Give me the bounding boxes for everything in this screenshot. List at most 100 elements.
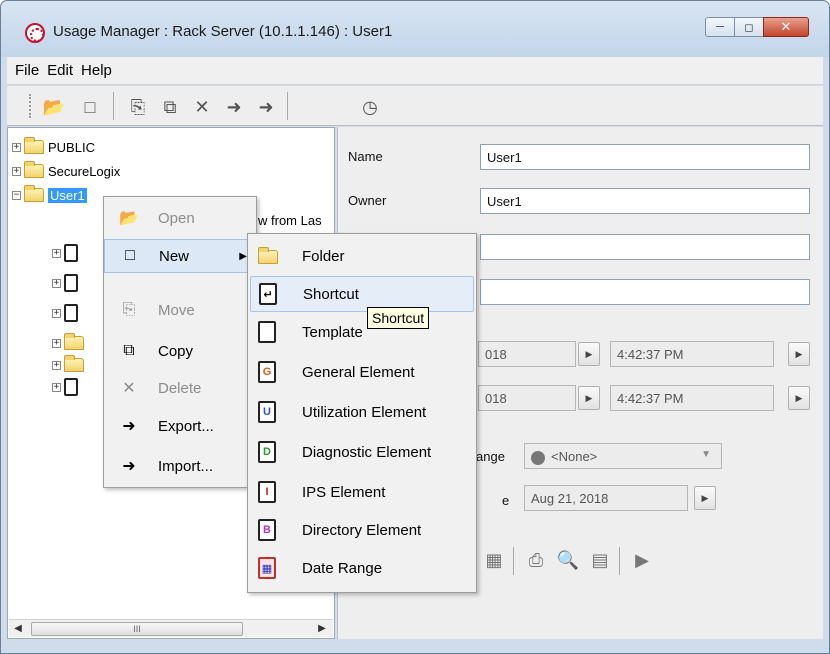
tree-item-child[interactable]: + — [52, 244, 82, 262]
maximize-button[interactable]: ◻ — [734, 17, 764, 37]
folder-icon — [64, 355, 84, 372]
name-label: Name — [348, 149, 383, 164]
new-diagnostic-element-item[interactable]: D Diagnostic Element — [250, 434, 474, 470]
submenu-arrow-icon: ▶ — [239, 250, 247, 262]
shortcut-tooltip: Shortcut — [367, 307, 430, 329]
extra-field[interactable] — [480, 279, 810, 305]
tree-item-securelogix[interactable]: + SecureLogix — [12, 161, 121, 180]
open-folder-icon: 📂 — [119, 210, 139, 227]
report-icon[interactable]: ▤ — [589, 549, 611, 571]
folder-icon — [24, 137, 44, 154]
menu-file[interactable]: File — [11, 62, 43, 79]
new-template-item[interactable]: Template — [250, 314, 474, 350]
new-shortcut-item[interactable]: ↵ Shortcut — [250, 276, 474, 312]
context-copy-item[interactable]: ⧉ Copy — [104, 334, 256, 368]
expiration-date-picker-button[interactable]: ▶ — [694, 486, 716, 510]
scroll-right-icon[interactable]: ▶ — [315, 622, 329, 636]
export-icon: ➜ — [122, 418, 136, 435]
import-icon: ➜ — [122, 458, 136, 475]
import-icon[interactable]: ➜ — [253, 94, 279, 120]
expand-icon[interactable]: + — [12, 142, 21, 152]
tree-item-child[interactable]: + — [52, 333, 88, 352]
open-folder-icon[interactable]: 📂 — [41, 94, 67, 120]
schedule-icon[interactable]: ◷ — [357, 94, 383, 120]
tree-item-child[interactable]: + — [52, 304, 82, 322]
print-preview-icon[interactable]: 🔍 — [557, 549, 579, 571]
horizontal-scrollbar[interactable]: ◀ III ▶ — [9, 619, 333, 637]
tree-item-user1[interactable]: − User1 — [12, 185, 87, 204]
tree-item-partial[interactable]: w from Las — [258, 211, 322, 229]
context-move-item[interactable]: ⎘ Move — [104, 293, 256, 327]
expand-icon[interactable]: + — [52, 248, 61, 258]
expand-icon[interactable]: + — [52, 338, 61, 348]
expand-icon[interactable]: + — [12, 166, 21, 176]
end-time-picker-button[interactable]: ▶ — [788, 386, 810, 410]
start-date-field[interactable]: 018 — [478, 341, 576, 367]
toolbar-divider — [513, 547, 514, 575]
context-new-item[interactable]: □ New ▶ — [104, 239, 256, 273]
end-time-field[interactable]: 4:42:37 PM — [610, 385, 774, 411]
tree-item-label: PUBLIC — [48, 139, 95, 155]
expiration-label: e — [502, 493, 510, 508]
name-field[interactable]: User1 — [480, 144, 810, 170]
minimize-button[interactable]: ─ — [705, 17, 735, 37]
move-icon[interactable]: ⎘ — [125, 94, 151, 120]
expand-icon[interactable]: + — [52, 308, 61, 318]
end-date-field[interactable]: 018 — [478, 385, 576, 411]
delete-icon: ✕ — [122, 380, 136, 397]
toolbar-divider — [113, 92, 114, 120]
context-export-item[interactable]: ➜ Export... — [104, 409, 256, 443]
new-utilization-element-item[interactable]: U Utilization Element — [250, 394, 474, 430]
scrollbar-thumb[interactable]: III — [31, 622, 243, 636]
start-time-field[interactable]: 4:42:37 PM — [610, 341, 774, 367]
tree-item-child[interactable]: + — [52, 378, 82, 396]
tree-item-public[interactable]: + PUBLIC — [12, 137, 95, 156]
context-import-item[interactable]: ➜ Import... — [104, 449, 256, 483]
date-range-select[interactable]: <None> ▼ — [524, 443, 722, 469]
new-date-range-item[interactable]: ▦ Date Range — [250, 550, 474, 586]
new-ips-element-item[interactable]: I IPS Element — [250, 474, 474, 510]
folder-icon — [24, 185, 44, 202]
tree-item-child[interactable]: + — [52, 355, 88, 374]
new-directory-element-item[interactable]: B Directory Element — [250, 512, 474, 548]
context-open-item[interactable]: 📂 Open — [104, 201, 256, 235]
menu-edit[interactable]: Edit — [43, 62, 77, 79]
owner-field[interactable]: User1 — [480, 188, 810, 214]
date-range-label: ange — [476, 449, 505, 464]
copy-icon[interactable]: ⧉ — [157, 94, 183, 120]
new-folder-item[interactable]: Folder — [250, 238, 474, 274]
close-button[interactable]: ✕ — [763, 17, 809, 37]
new-page-icon[interactable]: □ — [77, 94, 103, 120]
export-icon[interactable]: ➜ — [221, 94, 247, 120]
tree-item-label: SecureLogix — [48, 163, 121, 179]
toolbar-grip — [29, 94, 33, 118]
end-date-picker-button[interactable]: ▶ — [578, 386, 600, 410]
folder-icon — [258, 247, 278, 264]
new-submenu: Folder ↵ Shortcut Template G General Ele… — [247, 233, 477, 593]
start-date-picker-button[interactable]: ▶ — [578, 342, 600, 366]
expand-icon[interactable]: + — [52, 382, 61, 392]
print-icon[interactable]: ⎙ — [525, 549, 547, 571]
description-field[interactable] — [480, 234, 810, 260]
menu-help[interactable]: Help — [77, 62, 116, 79]
menu-bar: File Edit Help — [7, 57, 823, 85]
delete-icon[interactable]: ✕ — [189, 94, 215, 120]
template-tool-icon[interactable]: ▦ — [483, 549, 505, 571]
context-delete-item[interactable]: ✕ Delete — [104, 371, 256, 405]
expand-icon[interactable]: + — [52, 278, 61, 288]
new-general-element-item[interactable]: G General Element — [250, 354, 474, 390]
folder-icon — [24, 161, 44, 178]
toolbar-divider — [619, 547, 620, 575]
template-icon — [64, 274, 78, 292]
template-icon — [64, 244, 78, 262]
utilization-element-icon: U — [258, 401, 276, 423]
tree-item-child[interactable]: + — [52, 274, 82, 292]
scroll-left-icon[interactable]: ◀ — [11, 622, 25, 636]
expiration-date-field[interactable]: Aug 21, 2018 — [524, 485, 688, 511]
ips-element-icon: I — [258, 481, 276, 503]
start-time-picker-button[interactable]: ▶ — [788, 342, 810, 366]
play-icon[interactable]: ▶ — [631, 549, 653, 571]
window-title: Usage Manager : Rack Server (10.1.1.146)… — [53, 23, 393, 40]
expand-icon[interactable]: + — [52, 360, 61, 370]
collapse-icon[interactable]: − — [12, 190, 21, 200]
